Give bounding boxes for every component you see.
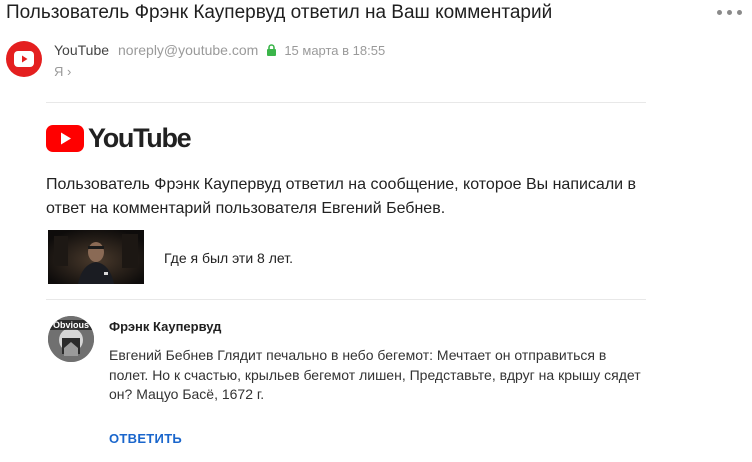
youtube-logo[interactable]: YouTube	[46, 123, 192, 154]
intro-text: Пользователь Фрэнк Каупервуд ответил на …	[46, 176, 637, 217]
video-divider	[46, 299, 646, 300]
more-options-icon[interactable]	[717, 10, 743, 16]
reply-button[interactable]: ОТВЕТИТЬ	[109, 431, 182, 446]
send-date: 15 марта в 18:55	[284, 42, 386, 58]
video-title[interactable]: Где я был эти 8 лет.	[164, 250, 293, 266]
commenter-name[interactable]: Фрэнк Каупервуд	[109, 319, 221, 334]
header-divider	[46, 102, 646, 103]
sender-line: YouTube noreply@youtube.com 15 марта в 1…	[54, 42, 385, 58]
recipient-toggle[interactable]: Я ›	[54, 64, 71, 79]
youtube-play-icon	[14, 51, 34, 67]
sender-email[interactable]: noreply@youtube.com	[118, 42, 258, 58]
comment-text: Евгений Бебнев Глядит печально в небо бе…	[109, 347, 641, 402]
youtube-logo-icon	[46, 125, 84, 152]
avatar-caption: Obvious	[52, 320, 89, 330]
lock-icon	[266, 43, 277, 56]
sender-name[interactable]: YouTube	[54, 42, 109, 58]
sender-avatar[interactable]	[6, 41, 42, 77]
video-thumbnail[interactable]	[48, 230, 144, 284]
commenter-avatar[interactable]: Obvious	[48, 316, 94, 362]
email-subject: Пользователь Фрэнк Каупервуд ответил на …	[6, 2, 553, 23]
youtube-logo-text: YouTube	[88, 123, 192, 153]
